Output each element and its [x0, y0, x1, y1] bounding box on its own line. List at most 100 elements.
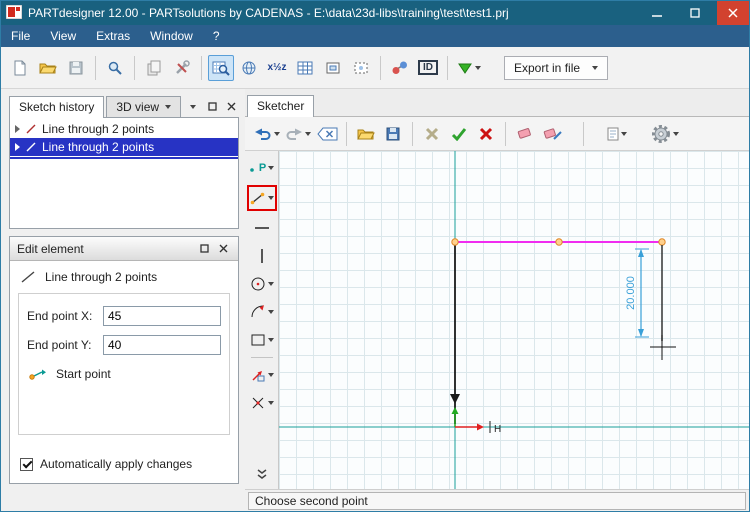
tab-sketch-history-label: Sketch history — [19, 100, 95, 114]
toolbar-separator — [134, 55, 135, 80]
end-point-x-input[interactable] — [103, 306, 221, 326]
chevron-down-icon[interactable] — [673, 131, 679, 136]
expander-icon[interactable] — [15, 125, 20, 133]
export-in-file-label: Export in file — [514, 60, 581, 75]
chevron-down-icon[interactable] — [267, 373, 274, 377]
panel-menu-icon[interactable] — [185, 99, 201, 114]
menubar: File View Extras Window ? — [1, 25, 749, 47]
chevron-down-icon[interactable] — [274, 131, 280, 136]
undo-icon[interactable] — [253, 122, 281, 146]
rectangle-tool-icon[interactable] — [247, 329, 277, 351]
eraser-icon[interactable] — [513, 122, 537, 146]
line-endpoint-marker[interactable] — [451, 238, 459, 246]
green-dropdown-icon[interactable] — [454, 55, 484, 81]
feature-dashed-box-icon[interactable] — [348, 55, 374, 81]
minimize-button[interactable] — [641, 1, 673, 25]
sheet-options-icon[interactable] — [605, 122, 629, 146]
line-midpoint-marker[interactable] — [555, 238, 563, 246]
panel-close-icon[interactable] — [223, 99, 239, 114]
variables-icon[interactable]: x½z — [264, 55, 290, 81]
line-glyph-icon — [26, 124, 36, 134]
export-in-file-button[interactable]: Export in file — [504, 55, 609, 80]
apply-check-icon[interactable] — [447, 122, 471, 146]
menu-help[interactable]: ? — [203, 25, 230, 47]
copy-pages-icon[interactable] — [141, 55, 167, 81]
panel-maximize-icon[interactable] — [196, 241, 212, 256]
cancel-all-icon[interactable] — [420, 122, 444, 146]
more-tools-chevron-icon[interactable] — [247, 463, 277, 485]
intersection-point-tool-icon[interactable] — [247, 392, 277, 414]
redo-icon[interactable] — [284, 122, 312, 146]
panel-close-icon[interactable] — [215, 241, 231, 256]
settings-gear-icon[interactable] — [650, 122, 680, 146]
dimension-label[interactable]: 20.000 — [625, 276, 637, 310]
eraser-line-icon[interactable] — [540, 122, 564, 146]
toolbar-separator — [346, 121, 347, 146]
toolbar-separator — [447, 55, 448, 80]
sketcher-toolbar — [245, 117, 749, 151]
chevron-down-icon[interactable] — [268, 166, 275, 170]
horizontal-line-tool-icon[interactable] — [247, 217, 277, 239]
sketch-canvas[interactable]: 20.000 H — [279, 151, 749, 489]
tools-icon[interactable] — [169, 55, 195, 81]
backspace-delete-icon[interactable] — [315, 122, 339, 146]
variables-icon-label: x½z — [267, 62, 287, 73]
arc-tool-icon[interactable] — [247, 301, 277, 323]
tab-sketch-history[interactable]: Sketch history — [9, 96, 105, 118]
sketcher-tabs: Sketcher — [245, 93, 749, 117]
end-point-y-input[interactable] — [103, 335, 221, 355]
chevron-down-icon[interactable] — [621, 131, 627, 136]
toolbar-separator — [583, 121, 584, 146]
table-icon[interactable] — [292, 55, 318, 81]
chevron-down-icon[interactable] — [592, 65, 599, 70]
assembly-icon[interactable] — [387, 55, 413, 81]
line-glyph-icon — [26, 142, 36, 152]
point-tool-label: P — [258, 162, 267, 174]
chevron-down-icon[interactable] — [267, 282, 274, 286]
chevron-down-icon[interactable] — [475, 65, 481, 70]
vertical-line-tool-icon[interactable] — [247, 245, 277, 267]
line-endpoint-marker[interactable] — [658, 238, 666, 246]
sketcher-view-icon[interactable] — [208, 54, 234, 81]
menu-view[interactable]: View — [40, 25, 86, 47]
tab-sketcher[interactable]: Sketcher — [247, 95, 315, 117]
tree-item-line-1[interactable]: Line through 2 points — [10, 120, 238, 138]
menu-extras[interactable]: Extras — [86, 25, 140, 47]
menu-window[interactable]: Window — [140, 25, 203, 47]
save-icon[interactable] — [63, 55, 89, 81]
new-document-icon[interactable] — [7, 55, 33, 81]
auto-apply-label: Automatically apply changes — [40, 457, 193, 471]
sketcher-body: P 20.000 H — [245, 151, 749, 489]
start-point-row[interactable]: Start point — [27, 367, 221, 381]
menu-file[interactable]: File — [1, 25, 40, 47]
tab-3d-view[interactable]: 3D view — [106, 96, 182, 117]
line-tool-icon[interactable] — [246, 185, 277, 211]
zoom-icon[interactable] — [102, 55, 128, 81]
panel-maximize-icon[interactable] — [204, 99, 220, 114]
expander-icon[interactable] — [15, 143, 20, 151]
tree-item-line-2[interactable]: Line through 2 points — [10, 138, 238, 156]
point-tool-icon[interactable]: P — [247, 157, 277, 179]
chevron-down-icon[interactable] — [267, 196, 274, 200]
edit-element-panel: Edit element Line through 2 points End p… — [9, 236, 239, 484]
chevron-down-icon[interactable] — [267, 401, 274, 405]
open-sketch-icon[interactable] — [354, 122, 378, 146]
origin-y-arrow-icon — [451, 407, 459, 414]
sketcher-panel: Sketcher P 20.000 H Choose second point — [245, 89, 749, 511]
auto-apply-checkbox[interactable] — [20, 457, 33, 471]
chevron-down-icon[interactable] — [165, 105, 172, 109]
circle-tool-icon[interactable] — [247, 273, 277, 295]
maximize-button[interactable] — [679, 1, 711, 25]
feature-box-icon[interactable] — [320, 55, 346, 81]
save-sketch-icon[interactable] — [381, 122, 405, 146]
id-icon[interactable]: ID — [415, 55, 441, 81]
transform-tool-icon[interactable] — [247, 364, 277, 386]
chevron-down-icon[interactable] — [305, 131, 311, 136]
selection-underline — [10, 157, 238, 159]
discard-x-icon[interactable] — [474, 122, 498, 146]
chevron-down-icon[interactable] — [267, 310, 274, 314]
close-button[interactable] — [717, 1, 749, 25]
open-folder-icon[interactable] — [35, 55, 61, 81]
sphere-section-icon[interactable] — [236, 55, 262, 81]
chevron-down-icon[interactable] — [267, 338, 274, 342]
